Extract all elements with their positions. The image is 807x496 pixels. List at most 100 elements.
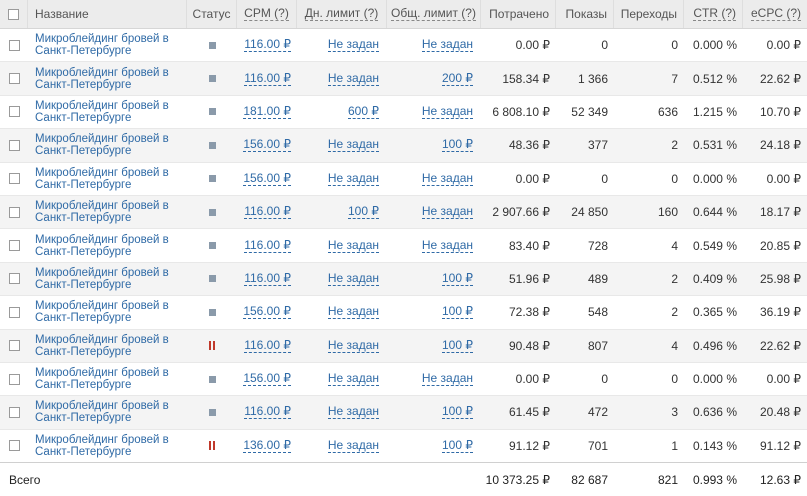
stop-icon[interactable] bbox=[208, 108, 216, 116]
header-views[interactable]: Показы bbox=[556, 0, 614, 28]
row-checkbox[interactable] bbox=[8, 206, 20, 218]
header-clicks[interactable]: Переходы bbox=[614, 0, 684, 28]
views-value: 52 349 bbox=[571, 104, 608, 119]
cpm-value[interactable]: 116.00 ₽ bbox=[244, 205, 291, 220]
campaign-name-link[interactable]: Микроблейдинг бровей в Санкт-Петербурге bbox=[35, 300, 180, 324]
campaign-name-link[interactable]: Микроблейдинг бровей в Санкт-Петербурге bbox=[35, 434, 180, 458]
daily-limit-value[interactable]: 100 ₽ bbox=[348, 205, 379, 220]
campaign-name-link[interactable]: Микроблейдинг бровей в Санкт-Петербурге bbox=[35, 100, 180, 124]
campaign-name-link[interactable]: Микроблейдинг бровей в Санкт-Петербурге bbox=[35, 400, 180, 424]
total-limit-value[interactable]: Не задан bbox=[421, 38, 473, 53]
daily-limit-value[interactable]: Не задан bbox=[327, 305, 379, 320]
header-daily-limit[interactable]: Дн. лимит (?) bbox=[297, 0, 387, 28]
daily-limit-value[interactable]: Не задан bbox=[327, 405, 379, 420]
total-limit-value[interactable]: 100 ₽ bbox=[442, 305, 473, 320]
stop-icon[interactable] bbox=[208, 308, 216, 316]
cpm-value[interactable]: 116.00 ₽ bbox=[244, 38, 291, 53]
row-checkbox[interactable] bbox=[8, 406, 20, 418]
stop-icon[interactable] bbox=[208, 208, 216, 216]
pause-icon[interactable] bbox=[209, 341, 215, 351]
campaign-name-link[interactable]: Микроблейдинг бровей в Санкт-Петербурге bbox=[35, 67, 180, 91]
daily-limit-value[interactable]: Не задан bbox=[327, 171, 379, 186]
table-row: Микроблейдинг бровей в Санкт-Петербурге 1… bbox=[0, 96, 807, 130]
total-limit-value[interactable]: 100 ₽ bbox=[442, 405, 473, 420]
row-checkbox[interactable] bbox=[8, 373, 20, 385]
campaign-name-link[interactable]: Микроблейдинг бровей в Санкт-Петербурге bbox=[35, 33, 180, 57]
total-limit-value[interactable]: Не задан bbox=[421, 171, 473, 186]
header-cpm-label[interactable]: CPM (?) bbox=[244, 7, 289, 21]
stop-icon[interactable] bbox=[208, 275, 216, 283]
row-checkbox[interactable] bbox=[8, 440, 20, 452]
campaign-name-link[interactable]: Микроблейдинг бровей в Санкт-Петербурге bbox=[35, 334, 180, 358]
stop-icon[interactable] bbox=[208, 175, 216, 183]
header-ecpc[interactable]: eCPC (?) bbox=[743, 0, 807, 28]
row-checkbox[interactable] bbox=[8, 106, 20, 118]
row-checkbox[interactable] bbox=[8, 306, 20, 318]
campaign-name-link[interactable]: Микроблейдинг бровей в Санкт-Петербурге bbox=[35, 167, 180, 191]
stop-icon[interactable] bbox=[208, 408, 216, 416]
total-limit-value[interactable]: 200 ₽ bbox=[442, 71, 473, 86]
daily-limit-value[interactable]: Не задан bbox=[327, 338, 379, 353]
cpm-value[interactable]: 116.00 ₽ bbox=[244, 238, 291, 253]
cpm-value[interactable]: 181.00 ₽ bbox=[243, 104, 291, 119]
header-ctr-label[interactable]: CTR (?) bbox=[693, 7, 736, 21]
daily-limit-value[interactable]: Не задан bbox=[327, 38, 379, 53]
clicks-value: 160 bbox=[657, 205, 678, 220]
campaign-name-link[interactable]: Микроблейдинг бровей в Санкт-Петербурге bbox=[35, 267, 180, 291]
header-cpm[interactable]: CPM (?) bbox=[237, 0, 297, 28]
row-checkbox[interactable] bbox=[8, 73, 20, 85]
header-total-limit-label[interactable]: Общ. лимит (?) bbox=[391, 7, 476, 21]
header-daily-limit-label[interactable]: Дн. лимит (?) bbox=[304, 7, 379, 21]
cpm-value[interactable]: 116.00 ₽ bbox=[244, 271, 291, 286]
header-total-limit[interactable]: Общ. лимит (?) bbox=[387, 0, 481, 28]
total-limit-value[interactable]: Не задан bbox=[421, 238, 473, 253]
cpm-value[interactable]: 116.00 ₽ bbox=[244, 71, 291, 86]
pause-icon[interactable] bbox=[209, 441, 215, 451]
stop-icon[interactable] bbox=[208, 141, 216, 149]
cpm-value[interactable]: 116.00 ₽ bbox=[244, 405, 291, 420]
daily-limit-value[interactable]: Не задан bbox=[327, 238, 379, 253]
daily-limit-value[interactable]: Не задан bbox=[327, 271, 379, 286]
header-ecpc-label[interactable]: eCPC (?) bbox=[750, 7, 801, 21]
campaign-name-cell: Микроблейдинг бровей в Санкт-Петербурге bbox=[28, 296, 187, 328]
clicks-value: 2 bbox=[671, 271, 678, 286]
row-checkbox[interactable] bbox=[8, 39, 20, 51]
header-spent[interactable]: Потрачено bbox=[481, 0, 556, 28]
campaign-name-link[interactable]: Микроблейдинг бровей в Санкт-Петербурге bbox=[35, 133, 180, 157]
header-status[interactable]: Статус bbox=[187, 0, 237, 28]
campaign-name-link[interactable]: Микроблейдинг бровей в Санкт-Петербурге bbox=[35, 200, 180, 224]
cpm-value[interactable]: 136.00 ₽ bbox=[243, 438, 291, 453]
header-ctr[interactable]: CTR (?) bbox=[684, 0, 743, 28]
cpm-value[interactable]: 156.00 ₽ bbox=[243, 138, 291, 153]
cpm-value[interactable]: 156.00 ₽ bbox=[243, 305, 291, 320]
row-checkbox[interactable] bbox=[8, 173, 20, 185]
total-limit-value[interactable]: 100 ₽ bbox=[442, 338, 473, 353]
stop-icon[interactable] bbox=[208, 375, 216, 383]
daily-limit-value[interactable]: Не задан bbox=[327, 372, 379, 387]
header-name[interactable]: Название bbox=[28, 0, 187, 28]
daily-limit-value[interactable]: Не задан bbox=[327, 71, 379, 86]
total-limit-value[interactable]: Не задан bbox=[421, 372, 473, 387]
row-checkbox[interactable] bbox=[8, 139, 20, 151]
total-limit-value[interactable]: 100 ₽ bbox=[442, 438, 473, 453]
daily-limit-value[interactable]: Не задан bbox=[327, 138, 379, 153]
select-all-checkbox[interactable] bbox=[8, 8, 19, 20]
daily-limit-value[interactable]: 600 ₽ bbox=[348, 104, 379, 119]
total-limit-value[interactable]: Не задан bbox=[421, 205, 473, 220]
total-limit-value[interactable]: 100 ₽ bbox=[442, 138, 473, 153]
daily-limit-cell: Не задан bbox=[297, 62, 387, 94]
cpm-value[interactable]: 156.00 ₽ bbox=[243, 171, 291, 186]
cpm-value[interactable]: 116.00 ₽ bbox=[244, 338, 291, 353]
stop-icon[interactable] bbox=[208, 75, 216, 83]
campaign-name-link[interactable]: Микроблейдинг бровей в Санкт-Петербурге bbox=[35, 234, 180, 258]
stop-icon[interactable] bbox=[208, 41, 216, 49]
row-checkbox[interactable] bbox=[8, 240, 20, 252]
cpm-value[interactable]: 156.00 ₽ bbox=[243, 372, 291, 387]
row-checkbox[interactable] bbox=[8, 340, 20, 352]
daily-limit-value[interactable]: Не задан bbox=[327, 438, 379, 453]
total-limit-value[interactable]: Не задан bbox=[421, 104, 473, 119]
total-limit-value[interactable]: 100 ₽ bbox=[442, 271, 473, 286]
stop-icon[interactable] bbox=[208, 242, 216, 250]
campaign-name-link[interactable]: Микроблейдинг бровей в Санкт-Петербурге bbox=[35, 367, 180, 391]
row-checkbox[interactable] bbox=[8, 273, 20, 285]
